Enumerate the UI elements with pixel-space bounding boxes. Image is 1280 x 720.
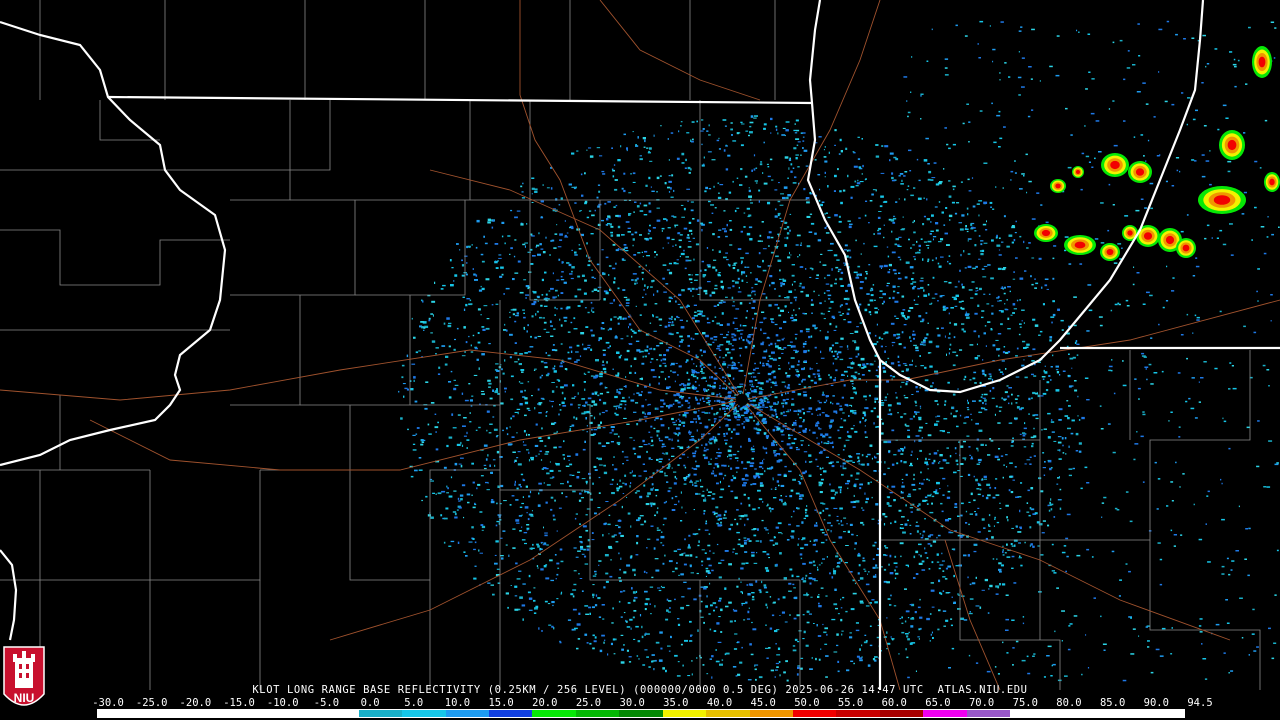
- colorbar-tick: 65.0: [925, 697, 951, 709]
- radar-map: [0, 0, 1280, 720]
- colorbar-tick: 75.0: [1012, 697, 1038, 709]
- colorbar-segment: [923, 710, 967, 717]
- colorbar-segment: [532, 710, 576, 717]
- colorbar-segment: [141, 710, 185, 717]
- colorbar-segment: [749, 710, 793, 717]
- colorbar-segment: [1053, 710, 1098, 717]
- colorbar-tick: 60.0: [881, 697, 907, 709]
- colorbar-tick: 10.0: [444, 697, 471, 709]
- colorbar-tick: 15.0: [488, 697, 514, 709]
- colorbar-tick: -20.0: [179, 697, 212, 709]
- colorbar-tick: 90.0: [1143, 697, 1169, 709]
- colorbar-tick: 5.0: [404, 697, 424, 709]
- colorbar-ticks: -30.0 -25.0 -20.0 -15.0 -10.0 -5.0 0.0 5.0 10.0 1…: [90, 697, 1212, 709]
- colorbar-tick: 55.0: [837, 697, 864, 709]
- colorbar-tick: 30.0: [619, 697, 645, 709]
- colorbar-segment: [836, 710, 880, 717]
- colorbar-tick: -5.0: [313, 697, 340, 709]
- colorbar-segment: [98, 710, 142, 717]
- colorbar-segment: [315, 710, 359, 717]
- colorbar-segment: [358, 710, 403, 717]
- colorbar-tick: -30.0: [92, 697, 124, 709]
- colorbar-segment: [619, 710, 663, 717]
- colorbar-tick: 50.0: [794, 697, 820, 709]
- logo-text: NIU: [14, 691, 35, 705]
- colorbar-tick: -15.0: [223, 697, 255, 709]
- tower-icon: [13, 651, 35, 688]
- colorbar-segment: [575, 710, 620, 717]
- colorbar-tick: 70.0: [968, 697, 995, 709]
- colorbar-segment: [966, 710, 1011, 717]
- colorbar-segment: [706, 710, 750, 717]
- colorbar-tick: 35.0: [663, 697, 689, 709]
- colorbar-segment: [228, 710, 272, 717]
- reflectivity-colorbar: [97, 709, 1185, 718]
- colorbar-tick: 0.0: [360, 697, 380, 709]
- colorbar-tick: 85.0: [1099, 697, 1126, 709]
- colorbar-tick: 80.0: [1056, 697, 1082, 709]
- product-caption: KLOT LONG RANGE BASE REFLECTIVITY (0.25K…: [252, 684, 1028, 696]
- colorbar-tick: 40.0: [706, 697, 733, 709]
- colorbar-segment: [879, 710, 924, 717]
- colorbar-tick: 20.0: [532, 697, 558, 709]
- colorbar-segment: [1097, 710, 1141, 717]
- niu-logo: NIU: [3, 646, 45, 706]
- colorbar-segment: [488, 710, 533, 717]
- colorbar-segment: [271, 710, 316, 717]
- radar-site-marker: [736, 394, 748, 406]
- colorbar-tick: 94.5: [1187, 697, 1213, 709]
- colorbar-segment: [662, 710, 707, 717]
- colorbar-tick: 45.0: [750, 697, 776, 709]
- colorbar-tick: 25.0: [575, 697, 602, 709]
- colorbar-segment: [184, 710, 229, 717]
- colorbar-tick: -10.0: [266, 697, 299, 709]
- colorbar-segment: [402, 710, 446, 717]
- colorbar-tick: -25.0: [135, 697, 168, 709]
- colorbar-segment: [1140, 710, 1184, 717]
- colorbar-segment: [1010, 710, 1054, 717]
- colorbar-segment: [445, 710, 489, 717]
- colorbar-segment: [793, 710, 837, 717]
